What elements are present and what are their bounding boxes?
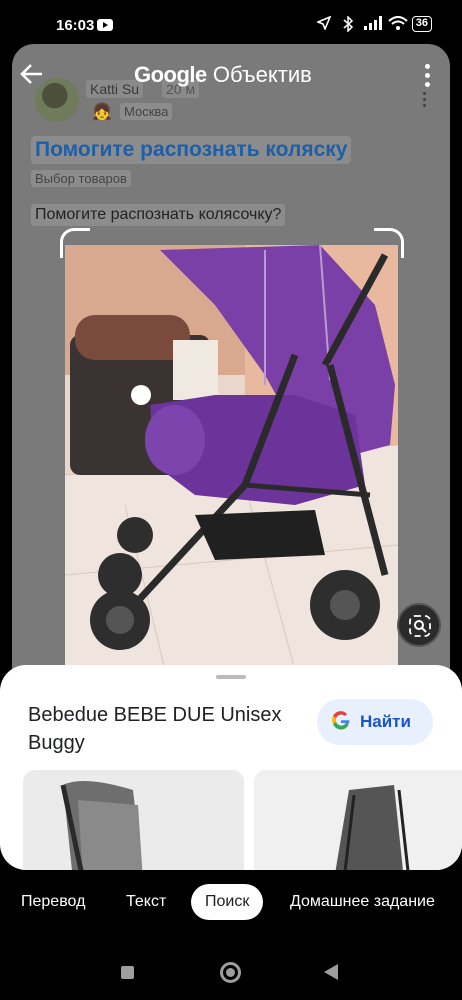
focus-dot[interactable]	[131, 385, 151, 405]
girl-emoji-icon: 👧	[92, 104, 112, 121]
status-time: 16:03	[56, 17, 95, 34]
lens-title: Google Объектив	[134, 62, 312, 88]
lens-title-text: Объектив	[212, 62, 312, 87]
screen: 16:03 36 Katti Su 20 м 👧 Москва Помогите…	[0, 0, 462, 1000]
tab-search[interactable]: Поиск	[191, 884, 264, 920]
selection-frame[interactable]	[60, 228, 404, 668]
tab-translate[interactable]: Перевод	[21, 884, 85, 920]
signal-icon	[363, 16, 382, 32]
selection-corner-tr[interactable]	[374, 228, 404, 258]
system-nav-bar	[0, 950, 462, 1000]
lens-search-button[interactable]	[397, 603, 441, 647]
result-title: Bebedue BEBE DUE Unisex Buggy	[28, 704, 282, 754]
wifi-icon	[388, 16, 408, 32]
more-menu-icon[interactable]	[422, 64, 432, 90]
back-arrow-icon[interactable]	[20, 62, 46, 88]
find-button[interactable]: Найти	[317, 699, 433, 745]
author-city: Москва	[120, 103, 173, 120]
result-card[interactable]	[254, 770, 462, 870]
recents-icon[interactable]	[121, 966, 134, 979]
location-icon	[315, 15, 332, 32]
status-icons: 36	[315, 15, 432, 33]
find-button-label: Найти	[360, 712, 411, 731]
post-category: Выбор товаров	[31, 170, 131, 187]
youtube-icon	[97, 19, 113, 31]
tab-text[interactable]: Текст	[126, 884, 166, 920]
battery-icon: 36	[411, 16, 432, 32]
post-question: Помогите распознать колясочку?	[31, 204, 286, 226]
home-icon[interactable]	[220, 962, 241, 983]
status-bar: 16:03 36	[0, 0, 462, 40]
post-title: Помогите распознать коляску	[31, 136, 352, 164]
sheet-handle[interactable]	[216, 675, 246, 679]
post-menu-icon	[423, 92, 427, 110]
google-logo: Google	[134, 62, 207, 87]
bluetooth-icon	[340, 15, 356, 33]
selection-corner-tl[interactable]	[60, 228, 90, 258]
tab-homework[interactable]: Домашнее задание	[290, 884, 435, 920]
mode-tabs: Перевод Текст Поиск Домашнее задание	[0, 880, 462, 924]
google-g-icon	[331, 710, 351, 736]
result-card[interactable]	[23, 770, 244, 870]
results-sheet: Bebedue BEBE DUE Unisex Buggy Найти	[0, 665, 462, 870]
back-icon[interactable]	[324, 964, 338, 980]
